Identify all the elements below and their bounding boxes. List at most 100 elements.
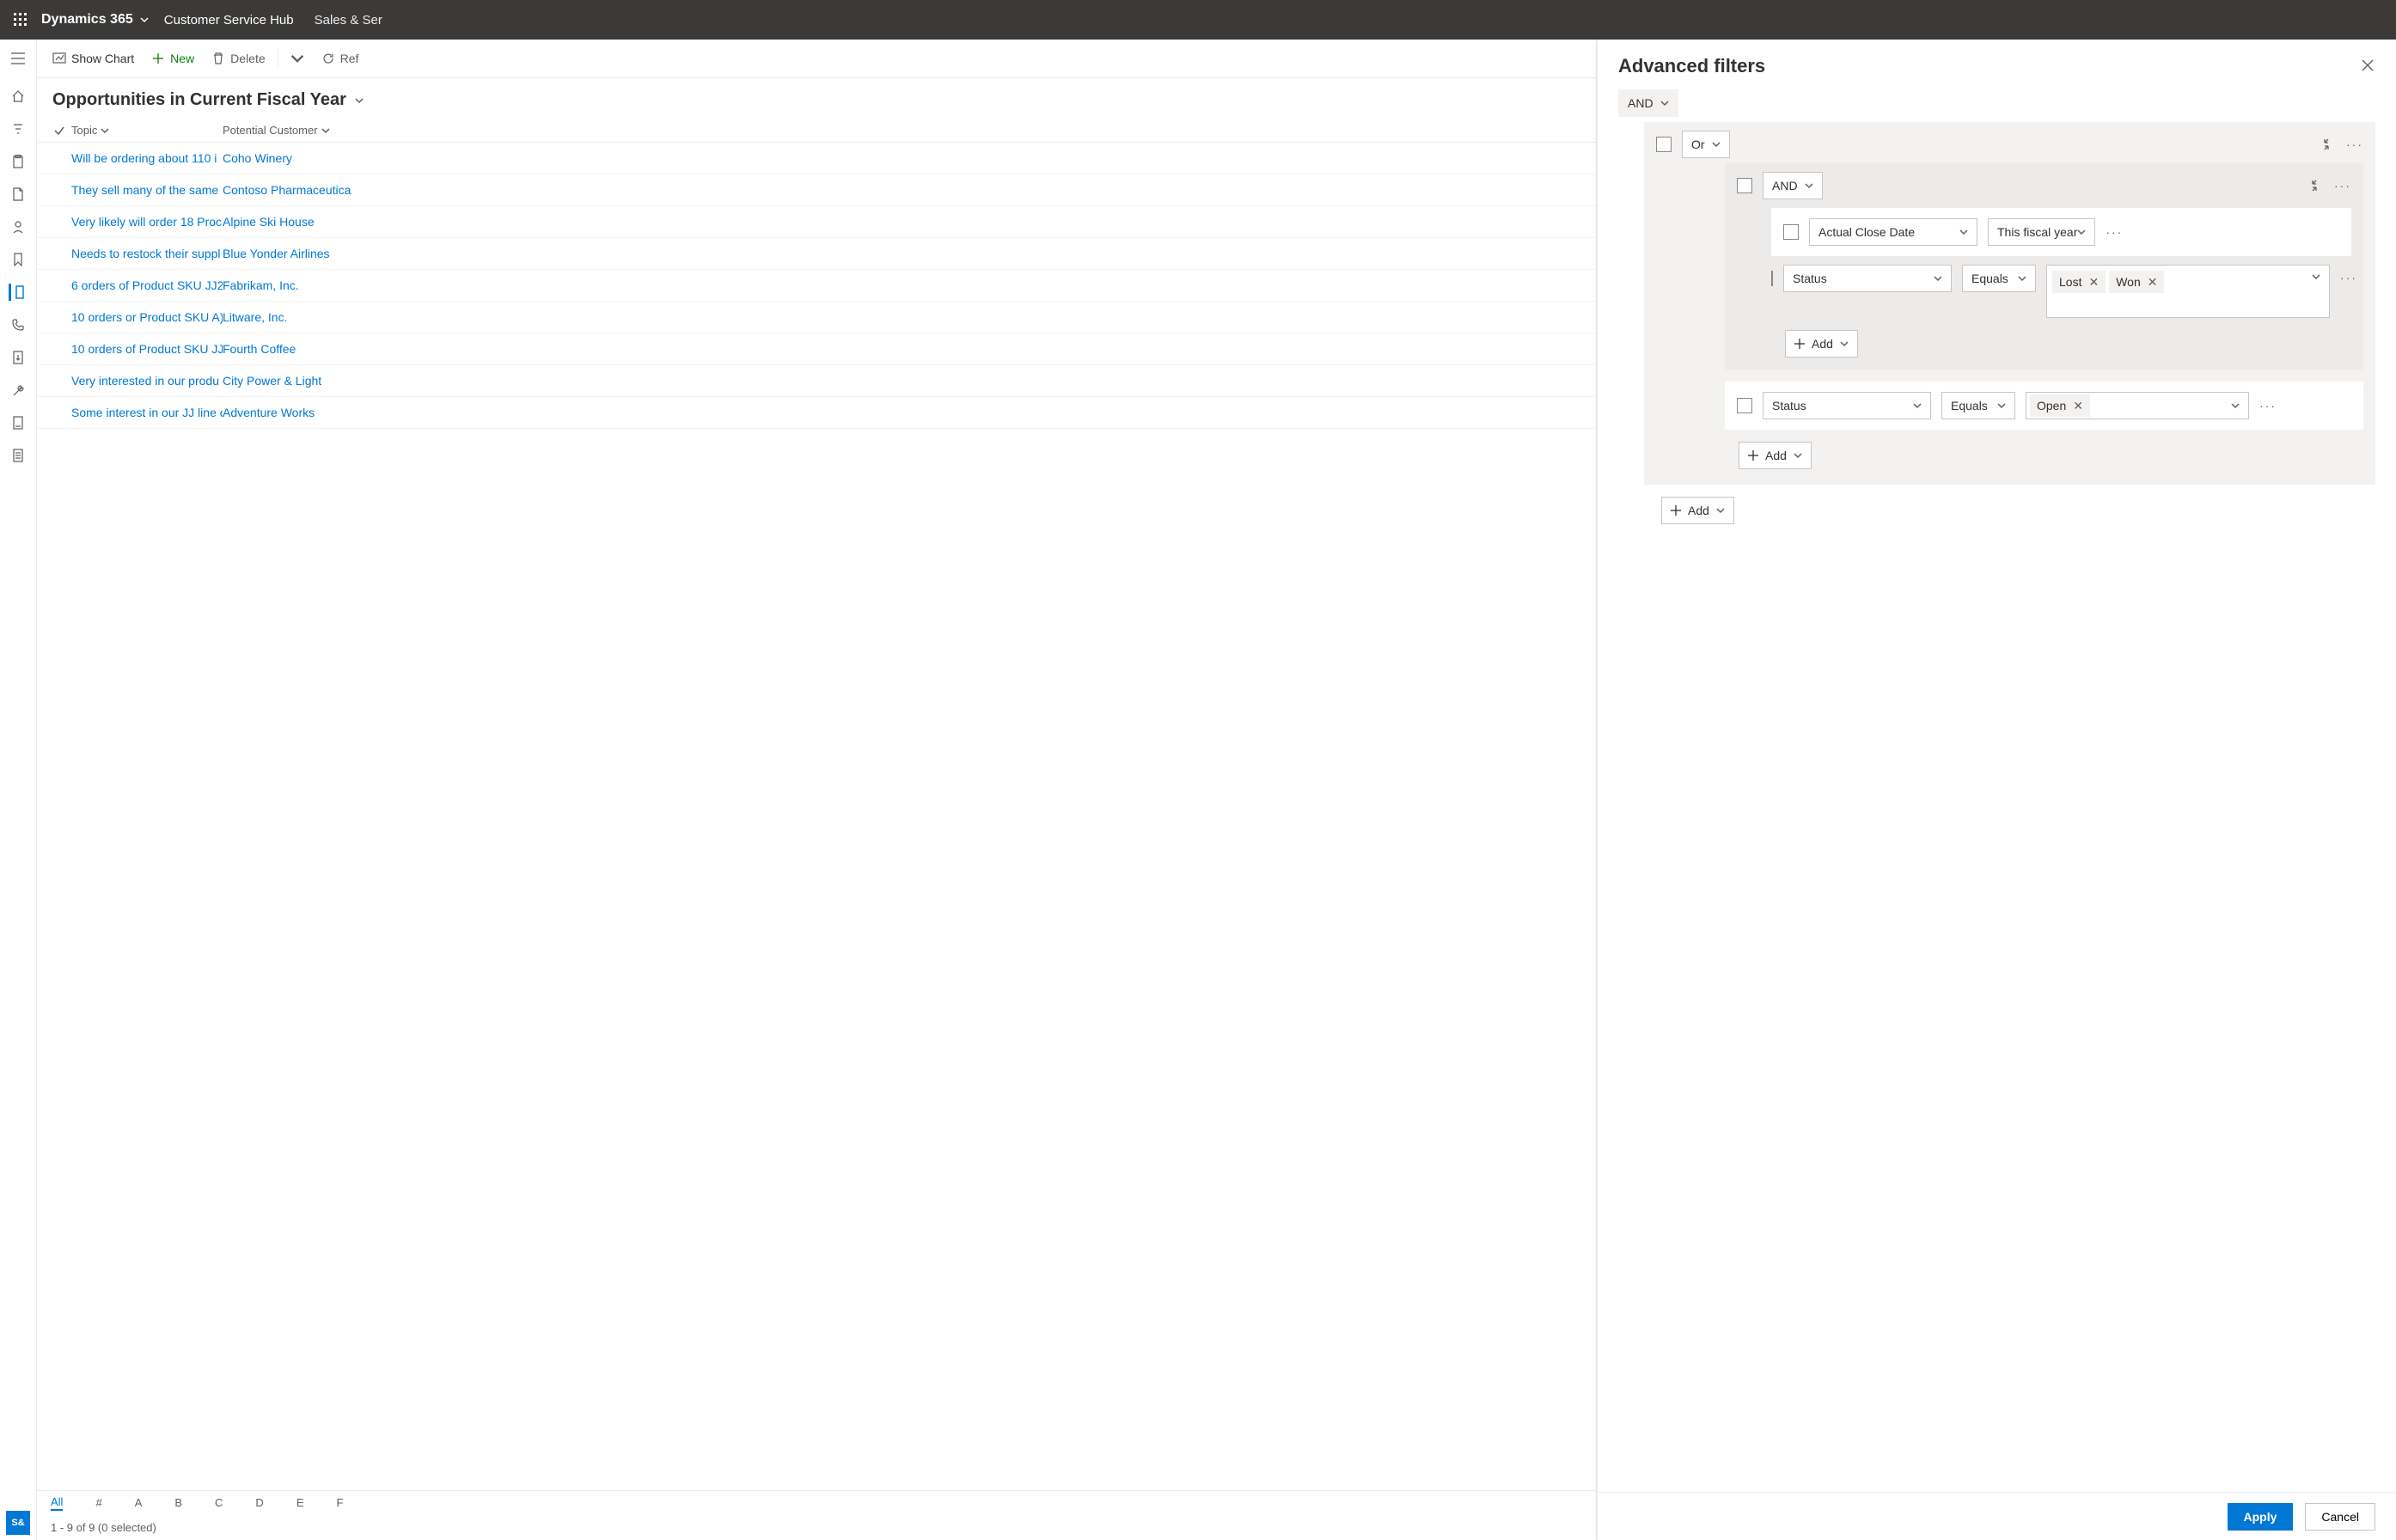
cell-topic[interactable]: 6 orders of Product SKU JJ20: [71, 278, 223, 292]
view-title[interactable]: Opportunities in Current Fiscal Year: [37, 78, 1596, 119]
delete-dropdown[interactable]: [284, 48, 311, 69]
person-icon[interactable]: [9, 218, 27, 235]
doc2-icon[interactable]: [9, 414, 27, 431]
field-select[interactable]: Status: [1783, 265, 1952, 292]
cell-customer[interactable]: Blue Yonder Airlines: [223, 247, 1596, 260]
doc-arrow-icon[interactable]: [9, 349, 27, 366]
clipboard-icon[interactable]: [9, 153, 27, 170]
remove-tag-icon[interactable]: ✕: [2073, 399, 2083, 413]
user-badge[interactable]: S&: [6, 1511, 30, 1535]
or-group-checkbox[interactable]: [1656, 137, 1672, 152]
new-button[interactable]: New: [144, 48, 201, 69]
or-operator-chip[interactable]: Or: [1682, 131, 1730, 158]
root-operator-chip[interactable]: AND: [1618, 89, 1678, 117]
row-checkbox[interactable]: [47, 247, 71, 260]
az-all[interactable]: All: [51, 1495, 63, 1511]
more-icon[interactable]: ···: [2259, 399, 2277, 412]
condition-checkbox[interactable]: [1737, 398, 1752, 413]
remove-tag-icon[interactable]: ✕: [2148, 275, 2158, 290]
table-row[interactable]: Needs to restock their supplBlue Yonder …: [37, 238, 1596, 270]
az-f[interactable]: F: [336, 1496, 343, 1509]
chevron-down-icon[interactable]: [140, 15, 149, 24]
more-icon[interactable]: ···: [2106, 225, 2123, 239]
row-checkbox[interactable]: [47, 215, 71, 229]
chevron-down-icon[interactable]: [355, 96, 364, 105]
table-row[interactable]: Very interested in our produCity Power &…: [37, 365, 1596, 397]
cell-topic[interactable]: Some interest in our JJ line o: [71, 406, 223, 419]
more-icon[interactable]: ···: [2334, 179, 2351, 192]
table-row[interactable]: 10 orders of Product SKU JJ2Fourth Coffe…: [37, 333, 1596, 365]
az-hash[interactable]: #: [95, 1496, 101, 1509]
add-condition-button[interactable]: Add: [1661, 497, 1734, 524]
table-row[interactable]: Some interest in our JJ line oAdventure …: [37, 397, 1596, 429]
value-multiselect[interactable]: Lost ✕ Won ✕: [2046, 265, 2330, 318]
remove-tag-icon[interactable]: ✕: [2088, 275, 2099, 290]
row-checkbox[interactable]: [47, 342, 71, 356]
cell-topic[interactable]: 10 orders or Product SKU A): [71, 310, 223, 324]
show-chart-button[interactable]: Show Chart: [46, 48, 141, 69]
condition-checkbox[interactable]: [1771, 271, 1773, 286]
row-checkbox[interactable]: [47, 278, 71, 292]
az-c[interactable]: C: [215, 1496, 223, 1509]
bookmark-icon[interactable]: [9, 251, 27, 268]
opportunities-icon[interactable]: [9, 284, 26, 301]
row-checkbox[interactable]: [47, 310, 71, 324]
table-row[interactable]: Very likely will order 18 ProcAlpine Ski…: [37, 206, 1596, 238]
and-group-checkbox[interactable]: [1737, 178, 1752, 193]
az-a[interactable]: A: [135, 1496, 143, 1509]
cell-customer[interactable]: Coho Winery: [223, 151, 1596, 165]
collapse-icon[interactable]: [2320, 138, 2332, 150]
condition-checkbox[interactable]: [1783, 224, 1799, 240]
operator-select[interactable]: Equals: [1941, 392, 2015, 419]
az-b[interactable]: B: [174, 1496, 182, 1509]
field-select[interactable]: Actual Close Date: [1809, 218, 1977, 246]
cell-topic[interactable]: Needs to restock their suppl: [71, 247, 223, 260]
table-row[interactable]: They sell many of the same iContoso Phar…: [37, 174, 1596, 206]
cell-customer[interactable]: City Power & Light: [223, 374, 1596, 388]
delete-button[interactable]: Delete: [205, 48, 272, 69]
table-row[interactable]: 6 orders of Product SKU JJ20Fabrikam, In…: [37, 270, 1596, 302]
cell-topic[interactable]: Very likely will order 18 Proc: [71, 215, 223, 229]
more-icon[interactable]: ···: [2340, 271, 2357, 284]
hub-name[interactable]: Customer Service Hub: [164, 13, 294, 28]
az-e[interactable]: E: [296, 1496, 304, 1509]
column-header-customer[interactable]: Potential Customer: [223, 124, 1596, 137]
table-row[interactable]: Will be ordering about 110 iCoho Winery: [37, 143, 1596, 174]
row-checkbox[interactable]: [47, 374, 71, 388]
sales-area[interactable]: Sales & Ser: [315, 13, 382, 28]
add-condition-button[interactable]: Add: [1739, 442, 1812, 469]
value-select[interactable]: This fiscal year: [1988, 218, 2095, 246]
wrench-icon[interactable]: [9, 382, 27, 399]
az-d[interactable]: D: [255, 1496, 263, 1509]
doc3-icon[interactable]: [9, 447, 27, 464]
cell-customer[interactable]: Fourth Coffee: [223, 342, 1596, 356]
row-checkbox[interactable]: [47, 183, 71, 197]
cell-topic[interactable]: They sell many of the same i: [71, 183, 223, 197]
cell-customer[interactable]: Adventure Works: [223, 406, 1596, 419]
home-icon[interactable]: [9, 88, 27, 105]
cell-customer[interactable]: Litware, Inc.: [223, 310, 1596, 324]
cell-topic[interactable]: Very interested in our produ: [71, 374, 223, 388]
cell-customer[interactable]: Fabrikam, Inc.: [223, 278, 1596, 292]
select-all-checkbox[interactable]: [47, 124, 71, 137]
close-icon[interactable]: [2362, 59, 2375, 73]
cell-customer[interactable]: Alpine Ski House: [223, 215, 1596, 229]
hamburger-icon[interactable]: [9, 50, 27, 67]
add-condition-button[interactable]: Add: [1785, 330, 1858, 358]
refresh-button[interactable]: Ref: [315, 48, 366, 69]
cell-topic[interactable]: 10 orders of Product SKU JJ2: [71, 342, 223, 356]
app-launcher[interactable]: [5, 4, 36, 35]
recent-icon[interactable]: [9, 120, 27, 138]
page-icon[interactable]: [9, 186, 27, 203]
row-checkbox[interactable]: [47, 151, 71, 165]
phone-icon[interactable]: [9, 316, 27, 333]
column-header-topic[interactable]: Topic: [71, 124, 223, 137]
cell-customer[interactable]: Contoso Pharmaceutica: [223, 183, 1596, 197]
operator-select[interactable]: Equals: [1962, 265, 2036, 292]
apply-button[interactable]: Apply: [2228, 1503, 2294, 1531]
brand-name[interactable]: Dynamics 365: [41, 12, 133, 28]
more-icon[interactable]: ···: [2346, 138, 2363, 151]
cell-topic[interactable]: Will be ordering about 110 i: [71, 151, 223, 165]
collapse-icon[interactable]: [2308, 180, 2320, 192]
value-select[interactable]: Open ✕: [2026, 392, 2249, 419]
